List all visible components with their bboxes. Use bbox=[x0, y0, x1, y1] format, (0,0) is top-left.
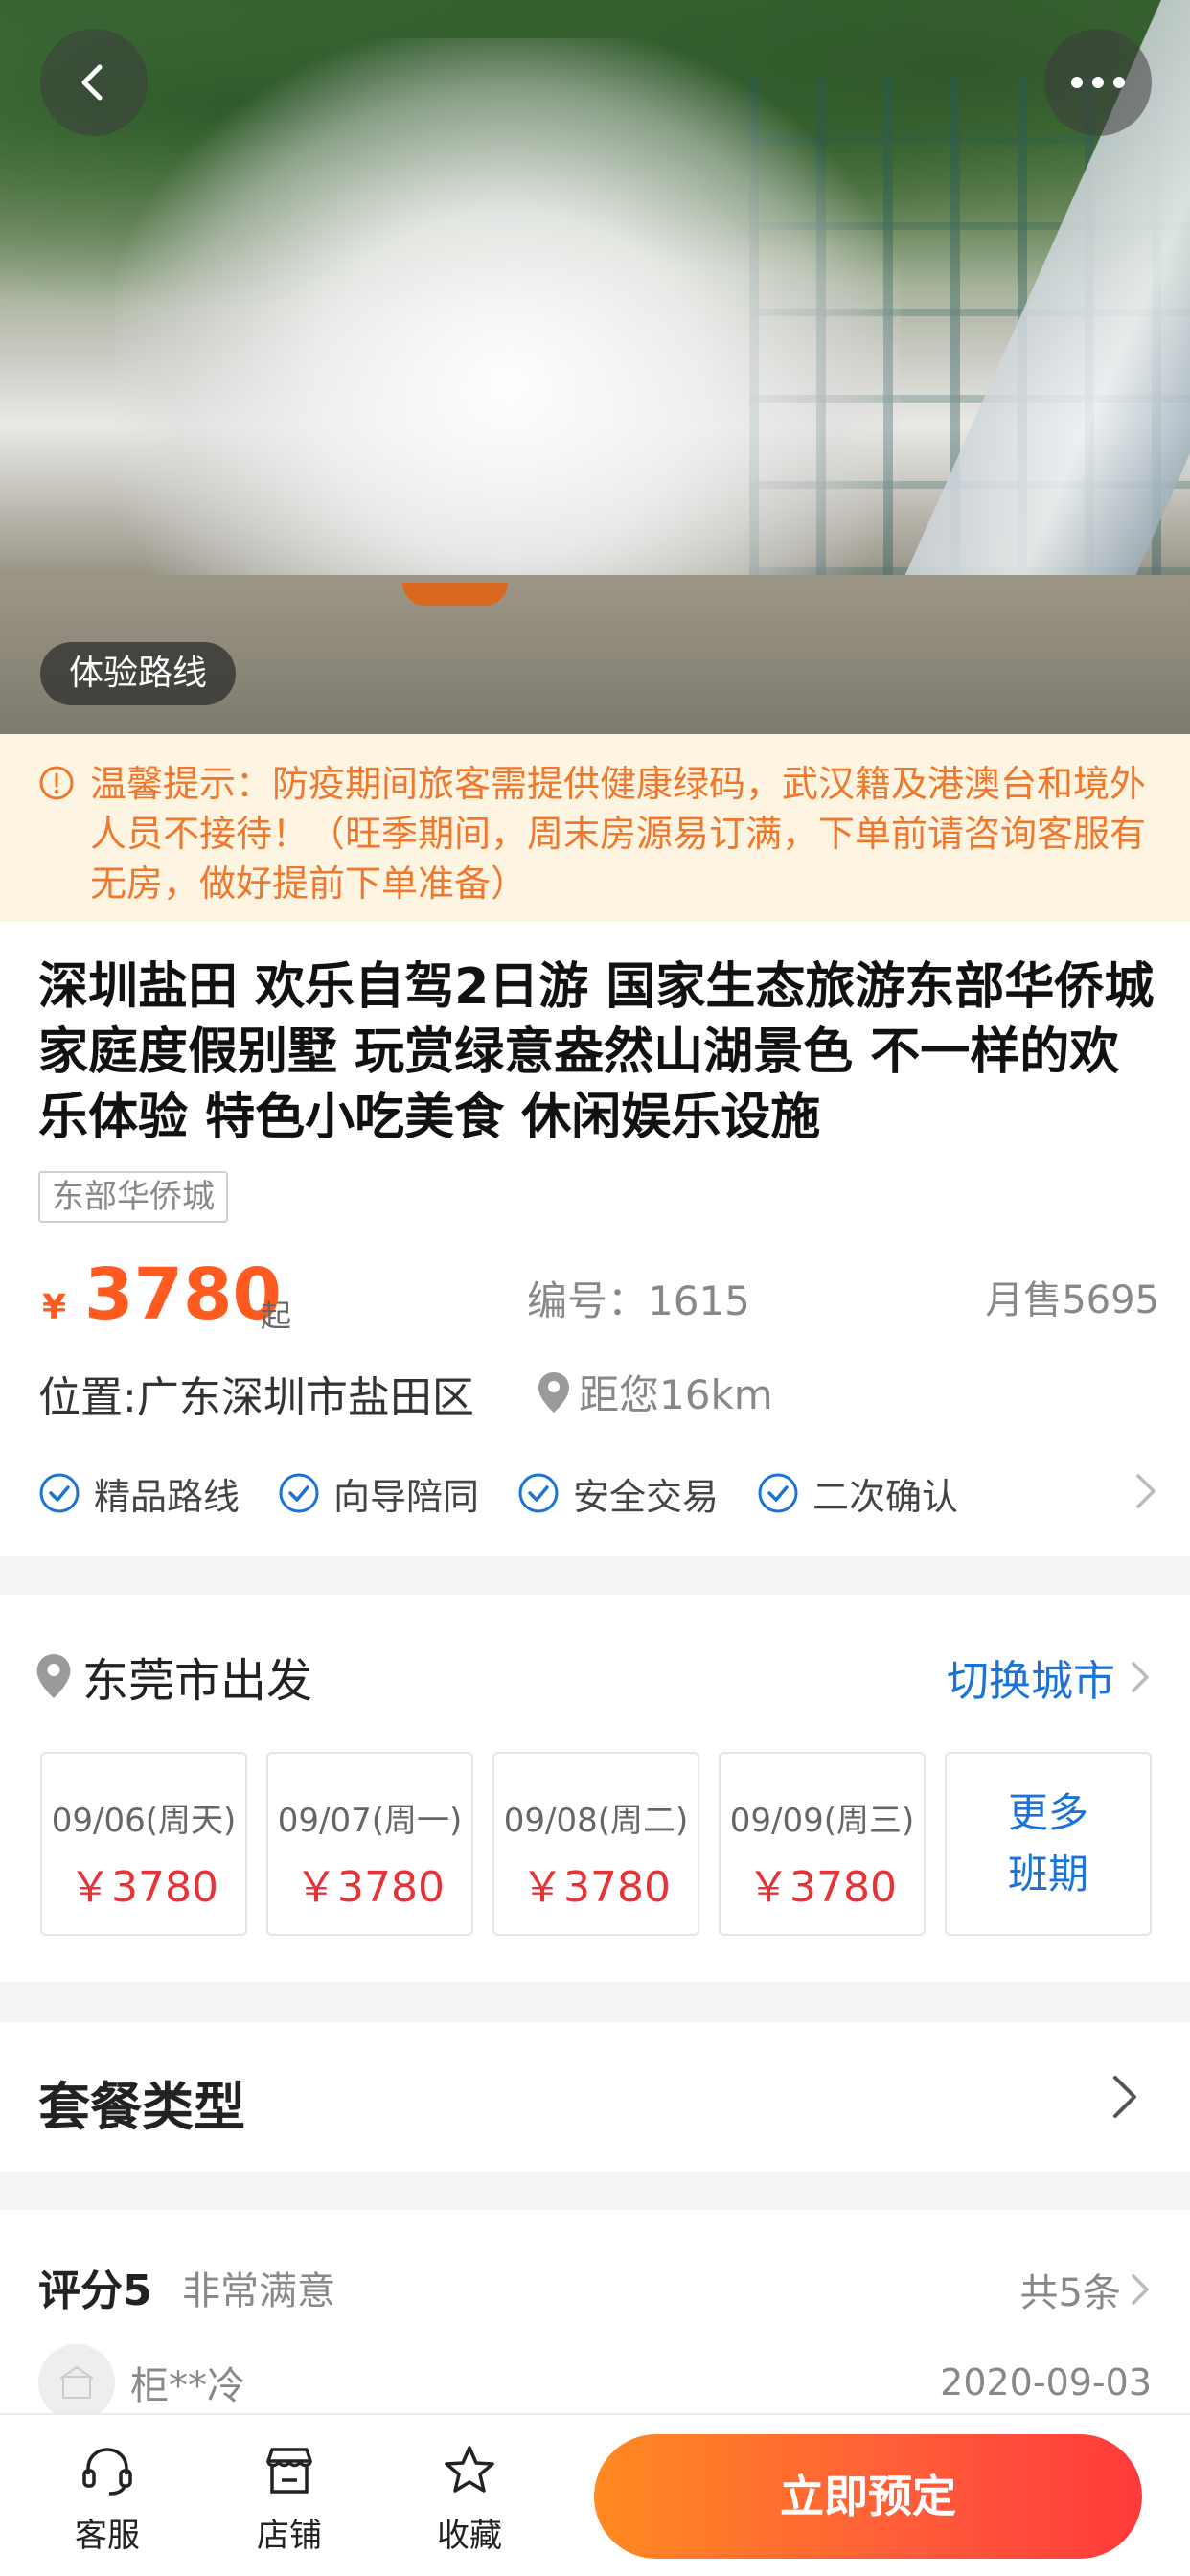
date-label: 09/08(周二) bbox=[503, 1802, 689, 1840]
review-score: 评分5 bbox=[38, 2266, 152, 2315]
package-type-row[interactable]: 套餐类型 bbox=[0, 2022, 1190, 2172]
review-username: 柜**冷 bbox=[130, 2364, 245, 2408]
check-circle-icon bbox=[279, 1473, 319, 1513]
more-dots-icon bbox=[1071, 77, 1125, 88]
date-price: ￥3780 bbox=[295, 1863, 445, 1912]
feature-item: 二次确认 bbox=[757, 1467, 958, 1520]
date-label: 09/09(周三) bbox=[729, 1802, 915, 1840]
distance[interactable]: 距您16km bbox=[537, 1363, 773, 1421]
notice-banner: 温馨提示：防疫期间旅客需提供健康绿码，武汉籍及港澳台和境外人员不接待！（旺季期间… bbox=[0, 734, 1190, 922]
feature-label: 精品路线 bbox=[94, 1475, 240, 1518]
feature-item: 安全交易 bbox=[517, 1467, 719, 1520]
date-price: ￥3780 bbox=[521, 1863, 671, 1912]
store-icon bbox=[266, 2448, 312, 2494]
store-tab[interactable]: 店铺 bbox=[222, 2440, 356, 2556]
price-row: ¥ 3780 起 编号：1615 月售5695 bbox=[38, 1254, 1159, 1336]
departure-city-label: 东莞市出发 bbox=[82, 1654, 313, 1708]
check-circle-icon bbox=[39, 1473, 80, 1513]
avatar bbox=[38, 2344, 115, 2421]
more-button[interactable] bbox=[1044, 29, 1152, 136]
map-pin-icon bbox=[538, 1371, 569, 1413]
review-user: 柜**冷 bbox=[38, 2344, 245, 2421]
monthly-sales: 月售5695 bbox=[985, 1278, 1159, 1322]
chevron-right-icon bbox=[1132, 1662, 1149, 1692]
review-total[interactable]: 共5条 bbox=[1020, 2262, 1152, 2317]
product-chip: 东部华侨城 bbox=[38, 1171, 228, 1223]
date-option[interactable]: 09/06(周天) ￥3780 bbox=[40, 1752, 247, 1936]
switch-city-button[interactable]: 切换城市 bbox=[947, 1646, 1152, 1708]
review-sub: 非常满意 bbox=[182, 2269, 335, 2313]
favorite-tab[interactable]: 收藏 bbox=[402, 2440, 537, 2556]
chevron-right-icon[interactable] bbox=[1133, 1470, 1159, 1512]
switch-city-label: 切换城市 bbox=[947, 1657, 1115, 1706]
home-icon bbox=[59, 2365, 94, 2399]
check-circle-icon bbox=[758, 1473, 798, 1513]
price-suffix: 起 bbox=[261, 1298, 292, 1334]
check-circle-icon bbox=[518, 1473, 559, 1513]
product-code: 编号：1615 bbox=[527, 1277, 750, 1324]
location-text: 位置:广东深圳市盐田区 bbox=[38, 1373, 474, 1422]
date-option[interactable]: 09/08(周二) ￥3780 bbox=[492, 1752, 699, 1936]
feature-label: 安全交易 bbox=[573, 1475, 720, 1518]
star-icon bbox=[445, 2446, 494, 2493]
review-date: 2020-09-03 bbox=[940, 2361, 1152, 2404]
map-pin-icon bbox=[36, 1654, 71, 1698]
customer-service-tab[interactable]: 客服 bbox=[40, 2440, 174, 2556]
route-tag[interactable]: 体验路线 bbox=[40, 642, 237, 705]
date-option[interactable]: 09/09(周三) ￥3780 bbox=[719, 1752, 926, 1936]
date-label: 09/07(周一) bbox=[277, 1802, 463, 1840]
price-symbol: ¥ bbox=[42, 1288, 67, 1327]
date-option[interactable]: 09/07(周一) ￥3780 bbox=[266, 1752, 473, 1936]
hero-boat bbox=[402, 583, 508, 606]
hero-image: 体验路线 bbox=[0, 0, 1190, 734]
bottom-bar: 客服 店铺 收藏 立即预定 bbox=[0, 2413, 1190, 2576]
more-dates-line2: 班期 bbox=[1007, 1851, 1088, 1898]
tab-label: 店铺 bbox=[257, 2517, 322, 2555]
more-dates-button[interactable]: 更多 班期 bbox=[945, 1752, 1152, 1936]
feature-label: 二次确认 bbox=[812, 1475, 959, 1518]
tab-label: 收藏 bbox=[437, 2517, 502, 2555]
location-row: 位置:广东深圳市盐田区 距您16km bbox=[38, 1363, 1159, 1422]
chevron-right-icon bbox=[1132, 2274, 1149, 2305]
feature-item: 向导陪同 bbox=[278, 1467, 479, 1520]
date-list: 09/06(周天) ￥3780 09/07(周一) ￥3780 09/08(周二… bbox=[40, 1752, 1152, 1936]
feature-item: 精品路线 bbox=[38, 1467, 240, 1520]
book-now-button[interactable]: 立即预定 bbox=[594, 2434, 1142, 2559]
features-row[interactable]: 精品路线 向导陪同 安全交易 二次确认 bbox=[38, 1464, 1159, 1522]
hero-splash bbox=[115, 38, 901, 613]
distance-text: 距您16km bbox=[579, 1371, 773, 1418]
package-type-label: 套餐类型 bbox=[38, 2077, 245, 2137]
back-button[interactable] bbox=[40, 29, 148, 136]
tab-label: 客服 bbox=[75, 2517, 140, 2555]
date-label: 09/06(周天) bbox=[51, 1802, 237, 1840]
departure-city: 东莞市出发 bbox=[34, 1643, 312, 1710]
more-dates-line1: 更多 bbox=[1007, 1789, 1088, 1836]
chevron-left-icon bbox=[81, 64, 103, 101]
product-title: 深圳盐田 欢乐自驾2日游 国家生态旅游东部华侨城 家庭度假别墅 玩赏绿意盎然山湖… bbox=[38, 958, 1155, 1146]
feature-label: 向导陪同 bbox=[333, 1475, 480, 1518]
date-price: ￥3780 bbox=[747, 1863, 897, 1912]
chevron-right-icon bbox=[1113, 2076, 1136, 2118]
notice-text: 温馨提示：防疫期间旅客需提供健康绿码，武汉籍及港澳台和境外人员不接待！（旺季期间… bbox=[90, 763, 1147, 905]
review-total-label: 共5条 bbox=[1019, 2271, 1121, 2315]
alert-circle-icon bbox=[39, 766, 74, 800]
price-value: 3780 bbox=[84, 1254, 282, 1336]
date-price: ￥3780 bbox=[69, 1863, 218, 1912]
departure-section: 东莞市出发 切换城市 09/06(周天) ￥3780 09/07(周一) ￥37… bbox=[0, 1595, 1190, 1982]
product-info: 深圳盐田 欢乐自驾2日游 国家生态旅游东部华侨城 家庭度假别墅 玩赏绿意盎然山湖… bbox=[0, 922, 1190, 1556]
headset-icon bbox=[82, 2448, 132, 2496]
